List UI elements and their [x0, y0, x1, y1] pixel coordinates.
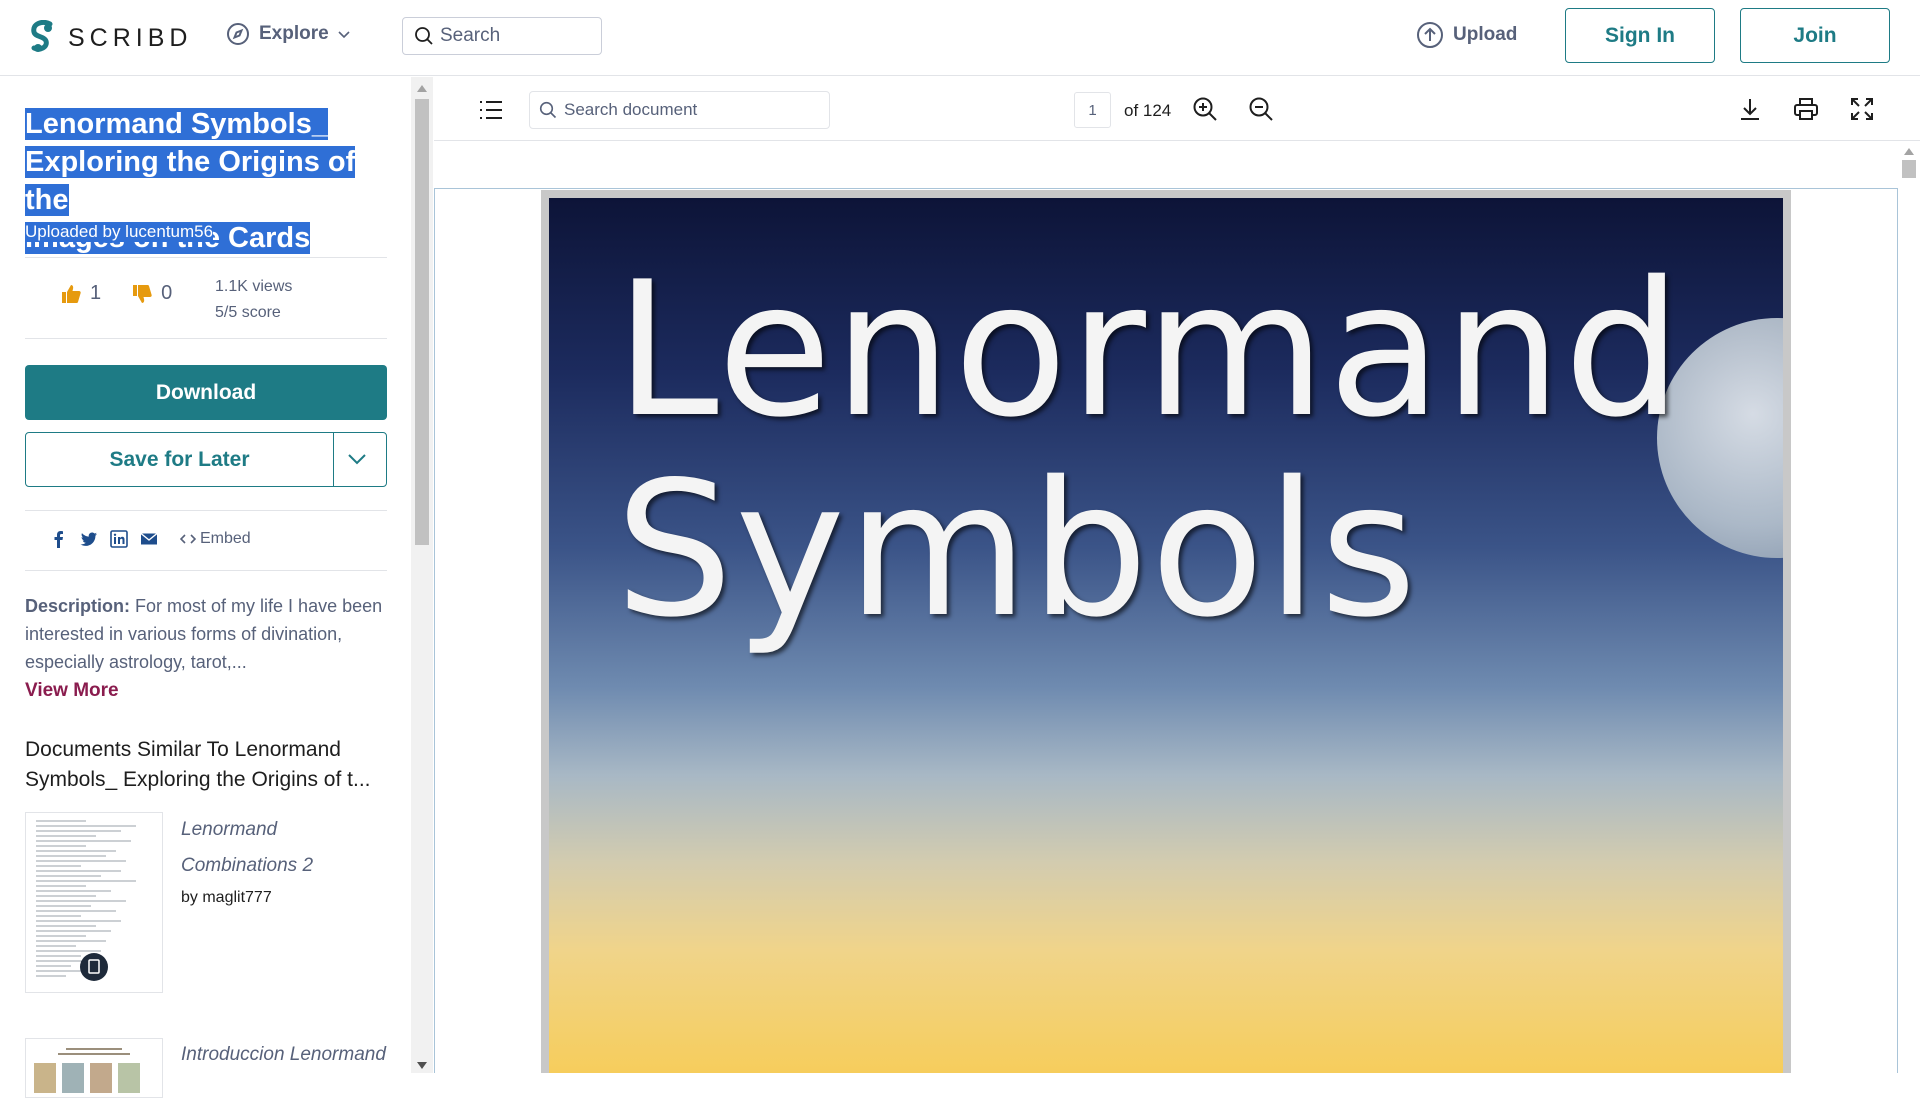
divider — [25, 257, 387, 258]
cover-title: Lenormand Symbols — [615, 250, 1684, 650]
compass-icon — [227, 23, 249, 45]
cover-line-2: Symbols — [615, 441, 1419, 658]
scroll-up-arrow-icon[interactable] — [1904, 148, 1914, 155]
page-number-input[interactable]: 1 — [1074, 92, 1111, 128]
embed-label: Embed — [200, 530, 251, 547]
download-icon[interactable] — [1737, 96, 1763, 122]
related-doc-title[interactable]: Introduccion Lenormand — [181, 1037, 391, 1073]
divider — [25, 338, 387, 339]
thumbs-up-icon[interactable] — [60, 283, 82, 305]
search-icon — [539, 101, 557, 119]
linkedin-icon[interactable] — [110, 530, 128, 548]
save-for-later-label[interactable]: Save for Later — [26, 433, 333, 486]
scribd-logo-icon — [31, 20, 53, 52]
likes-count: 1 — [90, 282, 102, 304]
document-preview — [34, 1048, 140, 1093]
zoom-out-icon[interactable] — [1248, 96, 1274, 122]
embed-link[interactable]: Embed — [180, 530, 251, 548]
download-button[interactable]: Download — [25, 365, 387, 420]
scroll-down-arrow-icon[interactable] — [417, 1062, 427, 1069]
related-doc-thumbnail[interactable] — [25, 1038, 163, 1098]
title-line-2: Exploring the Origins of the — [25, 146, 356, 216]
code-icon — [180, 534, 196, 544]
page-total: of 124 — [1124, 101, 1172, 120]
title-line-1: Lenormand Symbols_ — [25, 108, 328, 140]
join-button[interactable]: Join — [1740, 8, 1890, 63]
scribd-logo[interactable]: SCRIBD — [28, 20, 192, 56]
document-search-input[interactable]: Search document — [529, 91, 830, 129]
site-search-input[interactable]: Search — [402, 17, 602, 55]
document-search-placeholder: Search document — [564, 100, 698, 119]
chevron-down-icon[interactable] — [346, 448, 368, 470]
view-more-link[interactable]: View More — [25, 680, 119, 702]
share-bar: Embed — [50, 530, 251, 548]
document-stats: 1.1K views 5/5 score — [215, 274, 292, 326]
upload-label: Upload — [1453, 24, 1518, 45]
twitter-icon[interactable] — [80, 530, 98, 548]
explore-label: Explore — [259, 23, 329, 44]
document-preview — [36, 820, 136, 981]
sign-in-button[interactable]: Sign In — [1565, 8, 1715, 63]
uploaded-by: Uploaded by lucentum56 — [25, 222, 214, 242]
score: 5/5 score — [215, 304, 281, 321]
button-separator — [333, 433, 334, 486]
save-for-later-button[interactable]: Save for Later — [25, 432, 387, 487]
related-doc-title[interactable]: Lenormand Combinations 2 — [181, 812, 391, 884]
explore-menu[interactable]: Explore — [226, 22, 351, 46]
zoom-in-icon[interactable] — [1192, 96, 1218, 122]
print-icon[interactable] — [1793, 96, 1819, 122]
logo-text: SCRIBD — [68, 23, 193, 52]
search-icon — [415, 27, 433, 45]
description-label: Description: — [25, 596, 131, 616]
document-description: Description: For most of my life I have … — [25, 592, 385, 676]
viewer-scrollbar[interactable] — [1898, 142, 1920, 1073]
cover-line-1: Lenormand — [615, 241, 1684, 458]
document-cover-image: Lenormand Symbols — [549, 198, 1783, 1073]
upload-icon — [1417, 22, 1443, 48]
email-icon[interactable] — [140, 530, 158, 548]
dislikes-count: 0 — [161, 282, 173, 304]
views-count: 1.1K views — [215, 278, 293, 295]
divider — [25, 570, 387, 571]
chevron-down-icon — [338, 31, 350, 39]
site-search-placeholder: Search — [440, 25, 501, 46]
table-of-contents-icon[interactable] — [478, 97, 504, 123]
scrollbar-thumb[interactable] — [415, 99, 429, 545]
divider — [25, 510, 387, 511]
related-doc-thumbnail[interactable] — [25, 812, 163, 993]
similar-documents-heading: Documents Similar To Lenormand Symbols_ … — [25, 738, 371, 791]
fullscreen-icon[interactable] — [1849, 96, 1875, 122]
scroll-up-arrow-icon[interactable] — [417, 85, 427, 92]
facebook-icon[interactable] — [50, 530, 68, 548]
vote-controls: 1 0 — [60, 282, 172, 305]
upload-button[interactable]: Upload — [1416, 21, 1517, 49]
sidebar-scrollbar[interactable] — [411, 77, 433, 1073]
scrollbar-thumb[interactable] — [1902, 160, 1916, 178]
related-doc-author[interactable]: by maglit777 — [181, 889, 272, 907]
thumbs-down-icon[interactable] — [131, 283, 153, 305]
